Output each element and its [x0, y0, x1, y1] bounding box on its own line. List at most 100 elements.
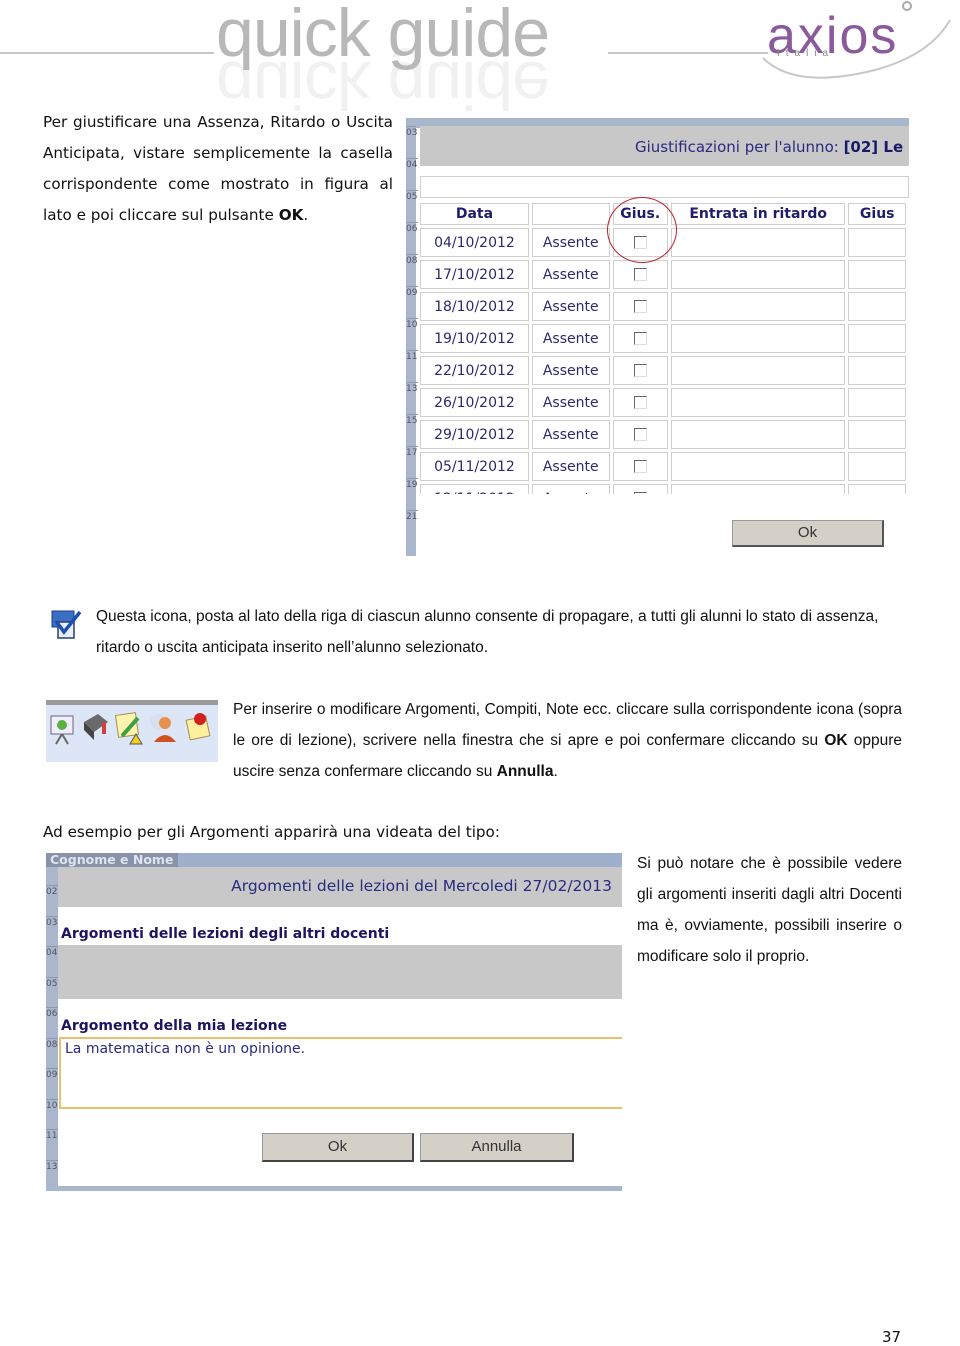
note-paragraph: Si può notare che è possibile vedere gli… — [637, 855, 902, 965]
row-number: 11 — [46, 1129, 58, 1141]
date-cell: 19/10/2012 — [420, 324, 529, 353]
justify-late-cell — [848, 324, 906, 353]
header-rule-right — [608, 52, 768, 54]
justify-cell — [612, 260, 668, 289]
column-header: Data — [420, 203, 529, 225]
status-cell: Assente — [531, 260, 610, 289]
row-number: 06 — [46, 1007, 58, 1019]
logo-subtitle: Italia — [777, 48, 835, 59]
justify-checkbox[interactable] — [633, 300, 647, 313]
table-row: 18/10/2012 Assente — [420, 292, 906, 321]
justify-checkbox[interactable] — [633, 428, 647, 441]
user-avatar-icon[interactable] — [148, 710, 178, 746]
background-footer-bar — [46, 1186, 622, 1191]
page-number: 37 — [882, 1328, 902, 1346]
row-number: 05 — [46, 976, 58, 989]
date-cell: 26/10/2012 — [420, 388, 529, 417]
justify-cell — [612, 324, 668, 353]
name-column-header: Cognome e Nome — [46, 853, 178, 867]
justify-checkbox[interactable] — [633, 460, 647, 473]
late-entry-cell — [670, 228, 846, 257]
justify-cell — [612, 452, 668, 481]
justify-late-cell — [848, 388, 906, 417]
highlight-circle — [607, 197, 677, 263]
table-row: 19/10/2012 Assente — [420, 324, 906, 353]
lesson-toolbar-image — [46, 700, 218, 762]
topics-dialog-screenshot: 02 03 04 05 06 08 09 10 11 13 Cognome e Nome Argo… — [46, 853, 622, 1191]
late-entry-cell — [670, 452, 846, 481]
justify-checkbox[interactable] — [633, 268, 647, 281]
late-entry-cell — [670, 356, 846, 385]
my-topic-input[interactable]: La matematica non è un opinione. — [59, 1037, 622, 1109]
status-cell: Assente — [531, 452, 610, 481]
note-pin-icon[interactable] — [184, 710, 214, 746]
justify-cell — [612, 292, 668, 321]
propagate-check-icon — [51, 610, 82, 639]
justify-late-cell — [848, 356, 906, 385]
table-row: 29/10/2012 Assente — [420, 420, 906, 449]
status-cell: Assente — [531, 324, 610, 353]
cancel-button[interactable]: Annulla — [420, 1133, 574, 1162]
status-cell: Assente — [531, 228, 610, 257]
example-caption: Ad esempio per gli Argomenti apparirà un… — [43, 823, 500, 841]
late-entry-cell — [670, 292, 846, 321]
edit-note-warning-icon[interactable] — [114, 710, 144, 746]
date-cell: 17/10/2012 — [420, 260, 529, 289]
ok-emphasis: OK — [824, 732, 848, 749]
insert-info-paragraph: Per inserire o modificare Argomenti, Com… — [233, 701, 902, 780]
table-row: 05/11/2012 Assente — [420, 452, 906, 481]
dialog-title: Giustificazioni per l'alunno: [02] Le — [635, 138, 904, 156]
table-row: 22/10/2012 Assente — [420, 356, 906, 385]
row-number: 08 — [46, 1037, 58, 1050]
justify-checkbox[interactable] — [633, 396, 647, 409]
row-number: 02 — [46, 885, 58, 897]
header-rule-left — [0, 52, 214, 54]
ok-button[interactable]: Ok — [732, 520, 884, 547]
justify-checkbox[interactable] — [633, 364, 647, 377]
row-number: 13 — [46, 1159, 58, 1172]
status-cell: Assente — [531, 356, 610, 385]
status-cell: Assente — [531, 388, 610, 417]
justify-checkbox[interactable] — [633, 332, 647, 345]
date-cell: 22/10/2012 — [420, 356, 529, 385]
date-cell: 05/11/2012 — [420, 452, 529, 481]
my-topic-label: Argomento della mia lezione — [61, 1018, 288, 1034]
dialog-titlebar: Argomenti delle lezioni del Mercoledi 27… — [58, 867, 622, 907]
ok-button[interactable]: Ok — [262, 1133, 414, 1162]
justification-dialog-screenshot: 03 04 05 06 08 09 10 11 13 15 17 19 21 Giustificazio… — [406, 118, 909, 556]
justify-cell — [612, 420, 668, 449]
justify-cell — [612, 388, 668, 417]
row-number: 04 — [46, 946, 58, 958]
row-number: 04 — [406, 158, 418, 170]
presentation-icon[interactable] — [48, 710, 78, 746]
intro-paragraph: Per giustificare una Assenza, Ritardo o … — [43, 113, 393, 224]
dialog-titlebar: Giustificazioni per l'alunno: [02] Le — [420, 126, 909, 166]
date-cell: 04/10/2012 — [420, 228, 529, 257]
status-cell: Assente — [531, 292, 610, 321]
justify-late-cell — [848, 420, 906, 449]
register-book-icon[interactable] — [80, 710, 110, 746]
background-header-bar — [178, 853, 622, 867]
late-entry-cell — [670, 260, 846, 289]
row-number-sidebar: 02 03 04 05 06 08 09 10 11 13 — [46, 853, 58, 1191]
row-number: 10 — [46, 1098, 58, 1111]
status-cell: Assente — [531, 420, 610, 449]
propagate-paragraph: Questa icona, posta al lato della riga d… — [96, 608, 879, 656]
row-number: 03 — [46, 915, 58, 928]
column-header: Gius — [848, 203, 906, 225]
justify-late-cell — [848, 228, 906, 257]
dialog-title: Argomenti delle lezioni del Mercoledi 27… — [231, 877, 612, 895]
blank-row — [420, 176, 909, 198]
row-number: 09 — [46, 1068, 58, 1080]
justify-cell — [612, 356, 668, 385]
date-cell: 18/10/2012 — [420, 292, 529, 321]
table-row: 17/10/2012 Assente — [420, 260, 906, 289]
late-entry-cell — [670, 420, 846, 449]
justify-late-cell — [848, 452, 906, 481]
justify-late-cell — [848, 260, 906, 289]
row-number-sidebar: 03 04 05 06 08 09 10 11 13 15 17 19 21 — [406, 118, 418, 556]
axios-logo: axios Italia — [755, 0, 960, 80]
others-topics-label: Argomenti delle lezioni degli altri doce… — [61, 926, 390, 942]
table-row: 26/10/2012 Assente — [420, 388, 906, 417]
column-header — [531, 203, 610, 225]
